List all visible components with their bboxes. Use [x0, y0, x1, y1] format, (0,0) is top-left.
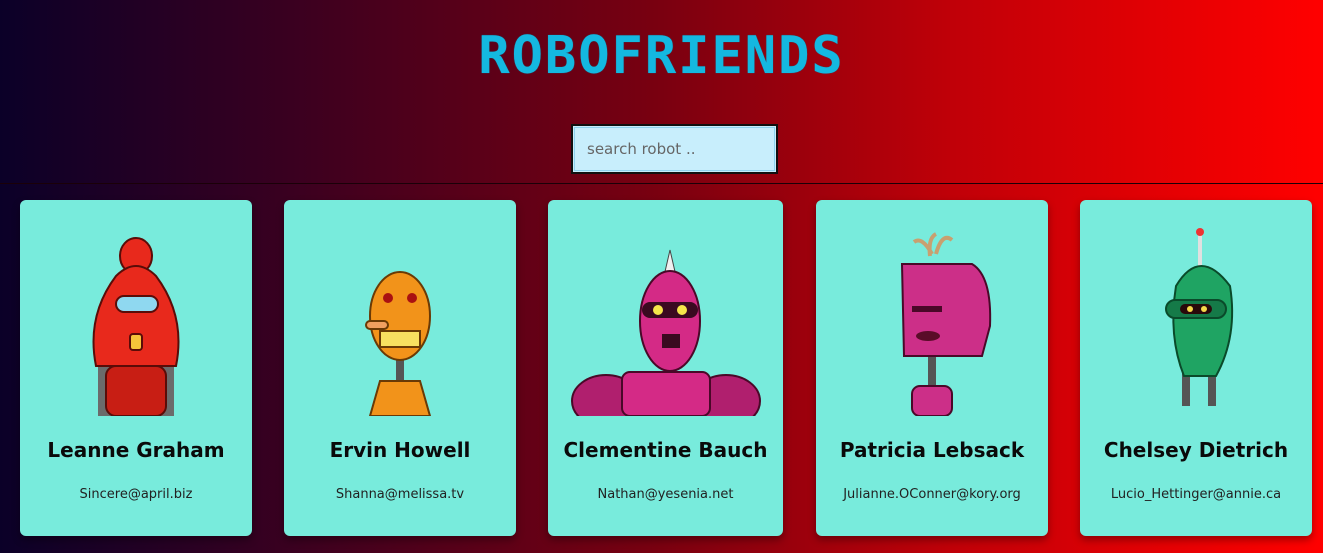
robot-card: Leanne Graham Sincere@april.biz	[20, 200, 252, 536]
robot-avatar-icon	[365, 271, 432, 416]
divider	[0, 183, 1323, 184]
robot-card: Ervin Howell Shanna@melissa.tv	[284, 200, 516, 536]
robot-avatar-icon	[900, 232, 992, 416]
robot-card: Clementine Bauch Nathan@yesenia.net	[548, 200, 783, 536]
robot-name: Ervin Howell	[329, 438, 471, 462]
robot-avatar-icon	[570, 249, 761, 416]
robot-avatar-icon	[1165, 228, 1234, 406]
robot-name: Leanne Graham	[47, 438, 225, 462]
search-input[interactable]	[571, 124, 778, 174]
robot-name: Clementine Bauch	[563, 438, 768, 462]
robot-avatar-icon	[92, 237, 180, 416]
robot-email: Shanna@melissa.tv	[335, 487, 465, 502]
robot-email: Julianne.OConner@kory.org	[843, 487, 1021, 502]
robot-card: Patricia Lebsack Julianne.OConner@kory.o…	[816, 200, 1048, 536]
robot-email: Nathan@yesenia.net	[597, 487, 734, 502]
robot-card: Chelsey Dietrich Lucio_Hettinger@annie.c…	[1080, 200, 1312, 536]
robot-name: Chelsey Dietrich	[1103, 438, 1289, 462]
robot-name: Patricia Lebsack	[839, 438, 1025, 462]
app-title: ROBOFRIENDS	[478, 26, 845, 86]
robot-email: Sincere@april.biz	[79, 487, 193, 502]
robot-email: Lucio_Hettinger@annie.ca	[1110, 487, 1282, 502]
